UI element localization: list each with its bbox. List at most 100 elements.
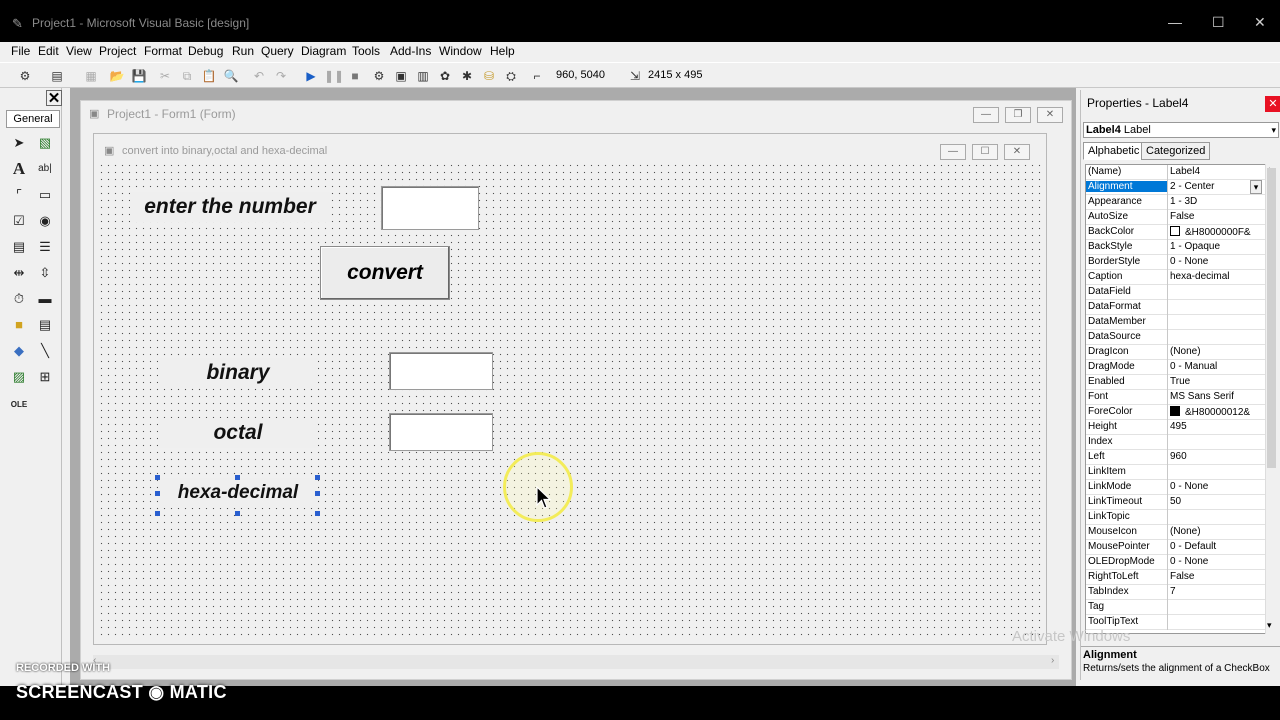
chevron-down-icon[interactable]: ▾ bbox=[1271, 123, 1276, 137]
property-row[interactable]: Tag bbox=[1086, 600, 1272, 615]
find-icon[interactable]: 🔍 bbox=[222, 67, 240, 85]
property-value[interactable]: 2 - Center bbox=[1170, 181, 1264, 192]
property-value[interactable]: 0 - Default bbox=[1170, 541, 1264, 552]
end-icon[interactable]: ■ bbox=[346, 67, 364, 85]
property-row[interactable]: DataField bbox=[1086, 285, 1272, 300]
redo-icon[interactable]: ↷ bbox=[272, 67, 290, 85]
property-row[interactable]: BackColor &H8000000F& bbox=[1086, 225, 1272, 240]
property-value[interactable]: hexa-decimal bbox=[1170, 271, 1264, 282]
undo-icon[interactable]: ↶ bbox=[250, 67, 268, 85]
component-manager-icon[interactable]: ⛭ bbox=[502, 67, 520, 85]
selection-handle[interactable] bbox=[155, 511, 160, 516]
designer-close-icon[interactable]: ✕ bbox=[1037, 107, 1063, 123]
property-row[interactable]: (Name) Label4 bbox=[1086, 165, 1272, 180]
frame-icon[interactable]: ⌜ bbox=[8, 184, 30, 206]
hscroll-icon[interactable]: ⇹ bbox=[8, 262, 30, 284]
selection-handle[interactable] bbox=[315, 511, 320, 516]
minimize-icon[interactable]: — bbox=[1168, 14, 1182, 30]
scroll-thumb[interactable] bbox=[1267, 168, 1276, 468]
paste-icon[interactable]: 📋 bbox=[200, 67, 218, 85]
property-value[interactable]: 0 - None bbox=[1170, 481, 1264, 492]
timer-icon[interactable]: ⏱ bbox=[8, 288, 30, 310]
menu-run[interactable]: Run bbox=[232, 44, 254, 58]
menu-debug[interactable]: Debug bbox=[188, 44, 223, 58]
option-button-icon[interactable]: ◉ bbox=[34, 210, 56, 232]
open-icon[interactable]: 📂 bbox=[108, 67, 126, 85]
property-row[interactable]: MouseIcon (None) bbox=[1086, 525, 1272, 540]
selection-handle[interactable] bbox=[235, 511, 240, 516]
property-value[interactable]: 0 - None bbox=[1170, 256, 1264, 267]
object-select[interactable]: Label4 Label ▾ bbox=[1083, 122, 1279, 138]
toolbox-tab-general[interactable]: General bbox=[6, 110, 60, 128]
toolbox-icon[interactable]: ✱ bbox=[458, 67, 476, 85]
menu-query[interactable]: Query bbox=[261, 44, 294, 58]
property-row[interactable]: Left 960 bbox=[1086, 450, 1272, 465]
break-icon[interactable]: ❚❚ bbox=[324, 67, 344, 85]
property-value[interactable]: &H80000012& bbox=[1170, 406, 1264, 418]
property-row[interactable]: DataMember bbox=[1086, 315, 1272, 330]
designer-minimize-icon[interactable]: — bbox=[973, 107, 999, 123]
properties-close-icon[interactable]: ✕ bbox=[1265, 96, 1280, 112]
text-box-icon[interactable]: ab| bbox=[34, 158, 56, 180]
selection-handle[interactable] bbox=[315, 475, 320, 480]
property-row[interactable]: Index bbox=[1086, 435, 1272, 450]
pointer-icon[interactable]: ➤ bbox=[8, 132, 30, 154]
text-input-number[interactable] bbox=[381, 186, 479, 230]
selection-handle[interactable] bbox=[155, 475, 160, 480]
property-row[interactable]: BackStyle 1 - Opaque bbox=[1086, 240, 1272, 255]
convert-button[interactable]: convert bbox=[320, 246, 450, 300]
line-icon[interactable]: ╲ bbox=[34, 340, 56, 362]
property-value[interactable]: &H8000000F& bbox=[1170, 226, 1264, 238]
property-value[interactable]: True bbox=[1170, 376, 1264, 387]
text-output-octal[interactable] bbox=[389, 413, 493, 451]
property-value[interactable]: 1 - Opaque bbox=[1170, 241, 1264, 252]
list-box-icon[interactable]: ☰ bbox=[34, 236, 56, 258]
property-row[interactable]: ▾ Alignment 2 - Center bbox=[1086, 180, 1272, 195]
property-value[interactable]: 1 - 3D bbox=[1170, 196, 1264, 207]
property-row[interactable]: OLEDropMode 0 - None bbox=[1086, 555, 1272, 570]
menu-tools[interactable]: Tools bbox=[352, 44, 380, 58]
form1[interactable]: ▣ convert into binary,octal and hexa-dec… bbox=[93, 133, 1047, 645]
property-grid-scrollbar[interactable]: ▴ ▾ bbox=[1265, 164, 1277, 634]
menu-edit[interactable]: Edit bbox=[38, 44, 59, 58]
property-row[interactable]: DragMode 0 - Manual bbox=[1086, 360, 1272, 375]
property-row[interactable]: BorderStyle 0 - None bbox=[1086, 255, 1272, 270]
property-row[interactable]: RightToLeft False bbox=[1086, 570, 1272, 585]
property-row[interactable]: DataFormat bbox=[1086, 300, 1272, 315]
start-icon[interactable]: ▶ bbox=[302, 67, 320, 85]
menu-window[interactable]: Window bbox=[439, 44, 482, 58]
add-form-icon[interactable]: ▤ bbox=[48, 67, 66, 85]
property-value[interactable]: (None) bbox=[1170, 346, 1264, 357]
property-row[interactable]: MousePointer 0 - Default bbox=[1086, 540, 1272, 555]
selection-handle[interactable] bbox=[235, 475, 240, 480]
property-row[interactable]: AutoSize False bbox=[1086, 210, 1272, 225]
data-view-icon[interactable]: ⛁ bbox=[480, 67, 498, 85]
object-browser-icon[interactable]: ✿ bbox=[436, 67, 454, 85]
property-row[interactable]: Enabled True bbox=[1086, 375, 1272, 390]
selection-handle[interactable] bbox=[315, 491, 320, 496]
property-value[interactable]: 50 bbox=[1170, 496, 1264, 507]
picture-box-icon[interactable]: ▧ bbox=[34, 132, 56, 154]
drive-list-icon[interactable]: ▬ bbox=[34, 288, 56, 310]
dir-list-icon[interactable]: ■ bbox=[8, 314, 30, 336]
cut-icon[interactable]: ✂ bbox=[156, 67, 174, 85]
image-icon[interactable]: ▨ bbox=[8, 366, 30, 388]
close-icon[interactable]: ✕ bbox=[1254, 14, 1266, 31]
property-row[interactable]: DragIcon (None) bbox=[1086, 345, 1272, 360]
designer-hscroll[interactable]: ‹ › bbox=[93, 655, 1059, 669]
combo-box-icon[interactable]: ▤ bbox=[8, 236, 30, 258]
designer-restore-icon[interactable]: ❐ bbox=[1005, 107, 1031, 123]
save-icon[interactable]: 💾 bbox=[130, 67, 148, 85]
ole-icon[interactable]: OLE bbox=[8, 394, 30, 416]
tab-categorized[interactable]: Categorized bbox=[1141, 142, 1211, 160]
project-explorer-icon[interactable]: ⚙ bbox=[370, 67, 388, 85]
property-row[interactable]: TabIndex 7 bbox=[1086, 585, 1272, 600]
menu-diagram[interactable]: Diagram bbox=[301, 44, 346, 58]
menu-view[interactable]: View bbox=[66, 44, 92, 58]
add-project-icon[interactable]: ⚙ bbox=[16, 67, 34, 85]
label-binary[interactable]: binary bbox=[158, 358, 318, 388]
property-row[interactable]: LinkTimeout 50 bbox=[1086, 495, 1272, 510]
property-row[interactable]: LinkItem bbox=[1086, 465, 1272, 480]
property-value[interactable]: 0 - Manual bbox=[1170, 361, 1264, 372]
scroll-right-icon[interactable]: › bbox=[1051, 655, 1054, 666]
